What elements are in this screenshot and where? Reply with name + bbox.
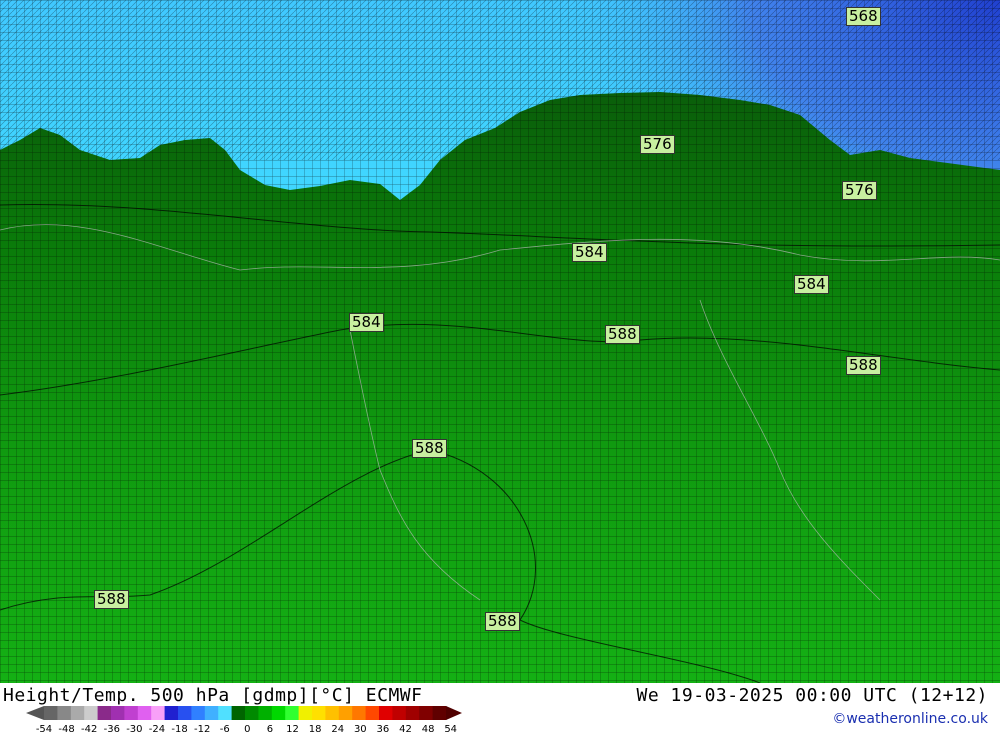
footer: Height/Temp. 500 hPa [gdmp][°C] ECMWF We…	[0, 683, 1000, 735]
colorbar-swatch	[338, 706, 353, 720]
map-field	[0, 0, 1000, 684]
colorbar-tick-label: 48	[421, 724, 435, 735]
colorbar-tick-label: -18	[171, 724, 188, 735]
colorbar-tick-label: 24	[331, 724, 345, 735]
contour-label: 584	[794, 275, 829, 294]
contour-label: 588	[846, 356, 881, 375]
colorbar-tick-label: -42	[81, 724, 98, 735]
contour-label: 568	[846, 7, 881, 26]
colorbar-tick-label: -54	[35, 724, 53, 735]
contour-label: 576	[640, 135, 675, 154]
colorbar-tick-label: -48	[58, 724, 75, 735]
valid-time: We 19-03-2025 00:00 UTC (12+12)	[636, 685, 988, 706]
colorbar-tick-label: -12	[193, 724, 211, 735]
colorbar-swatch	[137, 706, 152, 720]
colorbar-tick-label: 30	[353, 724, 367, 735]
colorbar-tick-label: 12	[286, 724, 299, 735]
colorbar-swatch	[70, 706, 85, 720]
colorbar-swatch	[178, 706, 192, 720]
colorbar-swatch	[245, 706, 259, 720]
colorbar-min-arrow	[26, 706, 44, 720]
colorbar-swatch	[312, 706, 326, 720]
colorbar-swatch	[124, 706, 139, 720]
contour-label: 584	[349, 313, 384, 332]
colorbar-tick-label: 0	[244, 724, 251, 735]
colorbar-swatch	[365, 706, 380, 720]
colorbar-swatch	[231, 706, 246, 720]
colorbar-swatch	[151, 706, 166, 720]
colorbar-tick-label: -24	[148, 724, 166, 735]
colorbar-swatch	[352, 706, 367, 720]
colorbar-tick-label: 18	[308, 724, 322, 735]
colorbar-tick-label: 36	[376, 724, 390, 735]
colorbar-tick-label: 6	[266, 724, 274, 735]
colorbar-swatch	[298, 706, 313, 720]
contour-label: 588	[412, 439, 447, 458]
weather-map: 568 576 576 584 584 584 588 588 588 588 …	[0, 0, 1000, 684]
colorbar-swatch	[271, 706, 286, 720]
contour-label: 576	[842, 181, 877, 200]
colorbar-swatch	[97, 706, 112, 720]
colorbar-swatch	[191, 706, 206, 720]
weatheronline-credit-link[interactable]: ©weatheronline.co.uk	[832, 711, 988, 727]
colorbar-swatch	[285, 706, 300, 720]
colorbar-tick-label: 42	[399, 724, 412, 735]
contour-label: 588	[485, 612, 520, 631]
colorbar-swatch	[57, 706, 72, 720]
colorbar-swatch	[218, 706, 233, 720]
contour-label: 588	[94, 590, 129, 609]
colorbar-swatch	[325, 706, 340, 720]
temperature-colorbar	[26, 706, 462, 720]
colorbar-swatch	[84, 706, 99, 720]
colorbar-tick-label: -30	[126, 724, 143, 735]
colorbar-swatch	[258, 706, 273, 720]
colorbar-swatch	[392, 706, 407, 720]
colorbar-swatch	[405, 706, 420, 720]
contour-label: 588	[605, 325, 640, 344]
map-title: Height/Temp. 500 hPa [gdmp][°C] ECMWF	[3, 685, 423, 706]
colorbar-swatch	[204, 706, 219, 720]
colorbar-tick-label: -6	[219, 724, 230, 735]
colorbar-tick-label: -36	[103, 724, 120, 735]
colorbar-tick-label: 54	[444, 724, 458, 735]
colorbar-swatch	[432, 706, 447, 720]
colorbar-swatch	[419, 706, 434, 720]
contour-label: 584	[572, 243, 607, 262]
colorbar-swatch	[111, 706, 125, 720]
colorbar-swatch	[164, 706, 179, 720]
colorbar-swatch	[44, 706, 58, 720]
colorbar-max-arrow	[446, 706, 462, 720]
colorbar-swatch	[379, 706, 393, 720]
